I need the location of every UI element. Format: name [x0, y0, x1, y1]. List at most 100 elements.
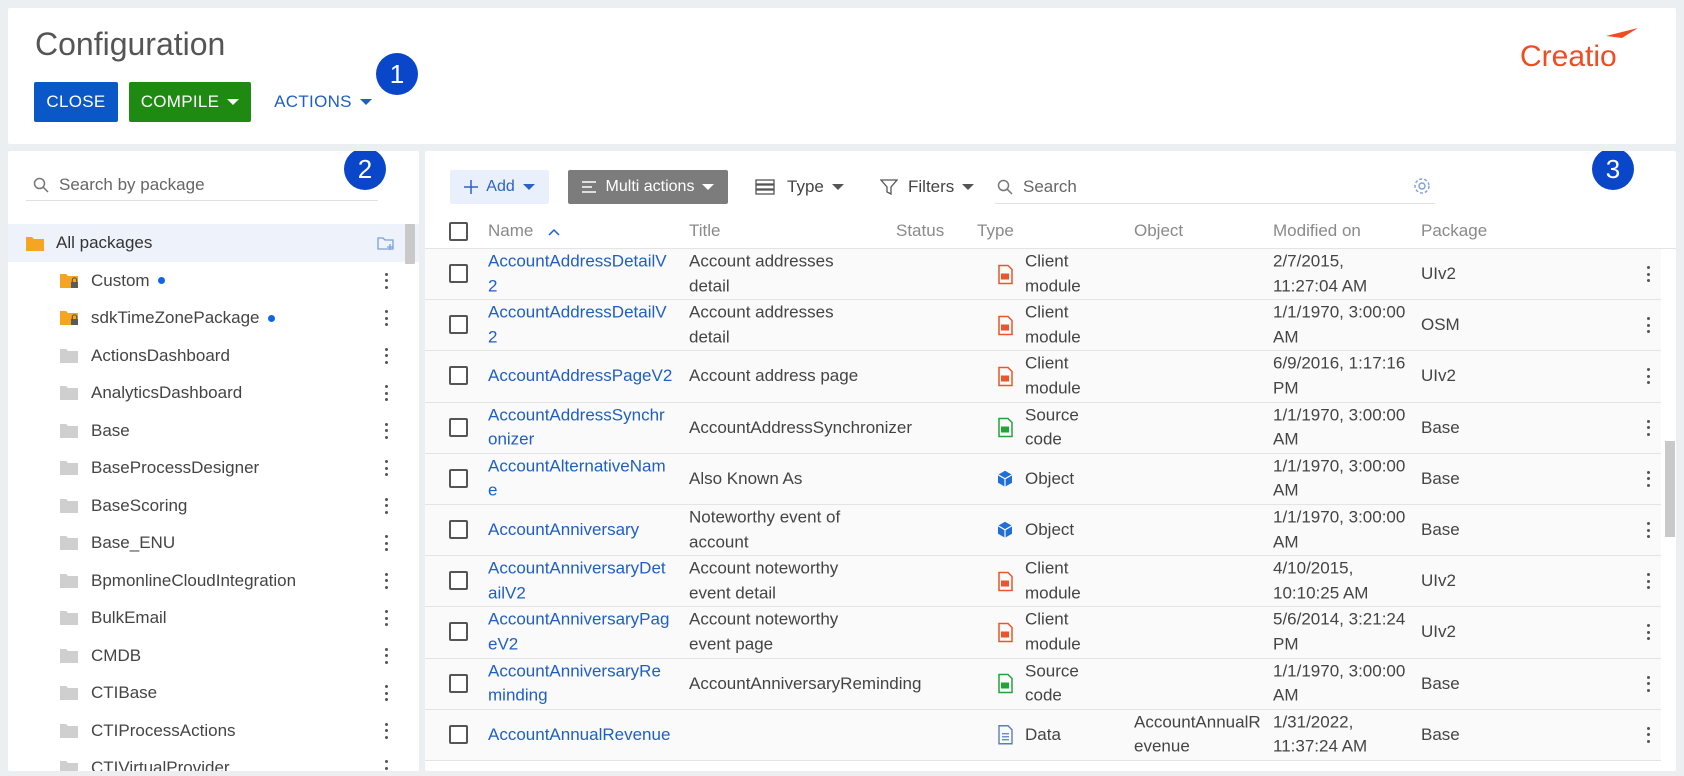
package-search[interactable]: [26, 169, 378, 201]
table-row[interactable]: AccountAddressDetailV2 Account addresses …: [425, 249, 1661, 301]
row-checkbox[interactable]: [449, 724, 468, 744]
package-item[interactable]: Base: [8, 412, 419, 450]
select-all-checkbox[interactable]: [449, 222, 468, 241]
column-title[interactable]: Title: [689, 221, 721, 241]
table-row[interactable]: AccountAnniversaryPageV2 Account notewort…: [425, 607, 1661, 659]
more-options-icon[interactable]: [1647, 266, 1651, 283]
table-row[interactable]: AccountAnnualRevenue Data AccountAnnualRev…: [425, 709, 1661, 761]
schema-name-link[interactable]: AccountAnniversaryDetailV2: [488, 557, 673, 606]
package-item[interactable]: CMDB: [8, 637, 419, 675]
schema-type: Object: [995, 518, 1115, 543]
row-checkbox[interactable]: [449, 519, 468, 539]
more-options-icon[interactable]: [1647, 624, 1651, 641]
schema-name-link[interactable]: AccountAnnualRevenue: [488, 723, 673, 748]
package-item[interactable]: BaseProcessDesigner: [8, 450, 419, 488]
sort-ascending-icon: [548, 228, 560, 236]
more-options-icon[interactable]: [1647, 573, 1651, 590]
more-options-icon[interactable]: [1647, 419, 1651, 436]
package-item[interactable]: BulkEmail: [8, 600, 419, 638]
more-options-icon[interactable]: [385, 685, 389, 702]
package-item[interactable]: BaseScoring: [8, 487, 419, 525]
more-options-icon[interactable]: [385, 572, 389, 589]
more-options-icon[interactable]: [1647, 470, 1651, 487]
package-item[interactable]: Base_ENU: [8, 525, 419, 563]
schema-name-link[interactable]: AccountAnniversary: [488, 518, 673, 543]
close-button[interactable]: CLOSE: [34, 82, 118, 122]
schema-search[interactable]: [995, 170, 1435, 204]
add-button[interactable]: Add: [450, 170, 549, 204]
more-options-icon[interactable]: [1647, 675, 1651, 692]
row-checkbox[interactable]: [449, 673, 468, 693]
package-item[interactable]: CTIProcessActions: [8, 712, 419, 750]
more-options-icon[interactable]: [385, 310, 389, 327]
more-options-icon[interactable]: [385, 760, 389, 771]
add-folder-icon[interactable]: [377, 235, 395, 251]
column-package[interactable]: Package: [1421, 221, 1487, 241]
package-item[interactable]: ActionsDashboard: [8, 337, 419, 375]
more-options-icon[interactable]: [1647, 317, 1651, 334]
row-checkbox[interactable]: [449, 366, 468, 386]
package-item[interactable]: BpmonlineCloudIntegration: [8, 562, 419, 600]
schema-modified: 1/31/2022, 11:37:24 AM: [1273, 712, 1368, 756]
package-item[interactable]: CTIVirtualProvider: [8, 750, 419, 771]
actions-button[interactable]: ACTIONS: [268, 82, 378, 122]
gear-icon[interactable]: [1412, 176, 1432, 196]
package-item[interactable]: CTIBase: [8, 675, 419, 713]
table-row[interactable]: AccountAnniversaryReminding AccountAnnive…: [425, 658, 1661, 710]
schema-name-link[interactable]: AccountAlternativeName: [488, 454, 673, 503]
more-options-icon[interactable]: [385, 460, 389, 477]
schema-name-link[interactable]: AccountAddressSynchronizer: [488, 403, 673, 452]
type-dropdown[interactable]: Type: [755, 170, 844, 204]
more-options-icon[interactable]: [1647, 726, 1651, 743]
package-all[interactable]: All packages: [8, 224, 419, 262]
row-checkbox[interactable]: [449, 417, 468, 437]
column-modified[interactable]: Modified on: [1273, 221, 1361, 241]
table-row[interactable]: AccountAddressPageV2 Account address page…: [425, 351, 1661, 403]
more-options-icon[interactable]: [385, 385, 389, 402]
more-options-icon[interactable]: [1647, 522, 1651, 539]
add-label: Add: [486, 178, 515, 195]
schema-name-link[interactable]: AccountAddressDetailV2: [488, 250, 673, 299]
more-options-icon[interactable]: [385, 535, 389, 552]
table-row[interactable]: AccountAddressDetailV2 Account addresses …: [425, 300, 1661, 352]
schema-type-label: Client module: [1025, 558, 1081, 603]
row-checkbox[interactable]: [449, 315, 468, 335]
more-options-icon[interactable]: [385, 347, 389, 364]
package-scrollbar[interactable]: [405, 224, 415, 264]
more-options-icon[interactable]: [1647, 368, 1651, 385]
more-options-icon[interactable]: [385, 272, 389, 289]
column-object[interactable]: Object: [1134, 221, 1183, 241]
client-module-icon: [998, 571, 1013, 591]
schema-name-link[interactable]: AccountAddressDetailV2: [488, 301, 673, 350]
package-item[interactable]: AnalyticsDashboard: [8, 375, 419, 413]
column-type[interactable]: Type: [977, 221, 1014, 241]
package-item[interactable]: sdkTimeZonePackage: [8, 300, 419, 338]
compile-button[interactable]: COMPILE: [129, 82, 251, 122]
filters-dropdown[interactable]: Filters: [880, 170, 975, 204]
schema-search-input[interactable]: [1023, 176, 1403, 197]
more-options-icon[interactable]: [385, 610, 389, 627]
folder-icon: [26, 237, 44, 251]
package-item[interactable]: Custom: [8, 262, 419, 300]
more-options-icon[interactable]: [385, 647, 389, 664]
table-row[interactable]: AccountAnniversaryDetailV2 Account notewo…: [425, 556, 1661, 608]
row-checkbox[interactable]: [449, 264, 468, 283]
grid-scrollbar[interactable]: [1665, 441, 1675, 537]
modified-dot: [157, 277, 165, 285]
schema-name-link[interactable]: AccountAnniversaryPageV2: [488, 608, 673, 657]
more-options-icon[interactable]: [385, 422, 389, 439]
row-checkbox[interactable]: [449, 571, 468, 591]
more-options-icon[interactable]: [385, 722, 389, 739]
row-checkbox[interactable]: [449, 468, 468, 488]
schema-name-link[interactable]: AccountAddressPageV2: [488, 364, 673, 389]
package-search-input[interactable]: [59, 174, 359, 195]
table-row[interactable]: AccountAddressSynchronizer AccountAddress…: [425, 402, 1661, 454]
schema-name-link[interactable]: AccountAnniversaryReminding: [488, 659, 673, 708]
more-options-icon[interactable]: [385, 497, 389, 514]
column-status[interactable]: Status: [896, 221, 944, 241]
row-checkbox[interactable]: [449, 622, 468, 642]
multi-actions-button[interactable]: Multi actions: [568, 170, 728, 204]
column-name[interactable]: Name: [488, 221, 560, 241]
table-row[interactable]: AccountAlternativeName Also Known As Objec…: [425, 453, 1661, 505]
table-row[interactable]: AccountAnniversary Noteworthy event of ac…: [425, 504, 1661, 557]
